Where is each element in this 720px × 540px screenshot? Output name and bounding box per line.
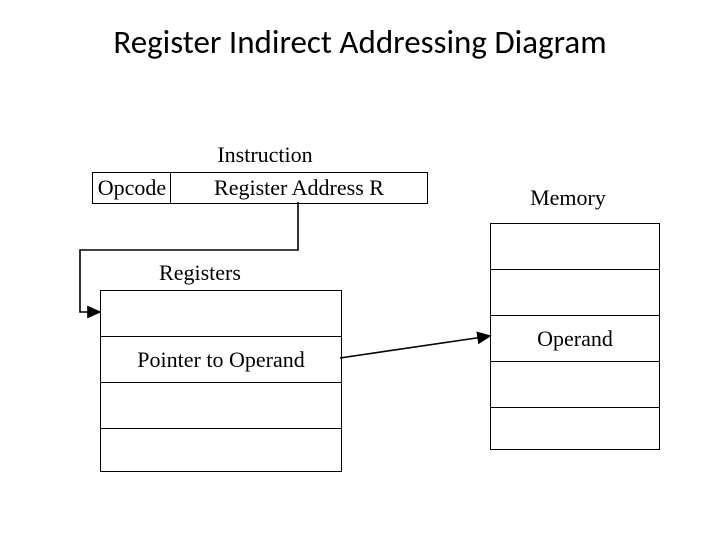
memory-row [491, 270, 659, 316]
memory-label: Memory [518, 187, 618, 209]
diagram-stage: Register Indirect Addressing Diagram Ins… [0, 0, 720, 540]
register-row [101, 429, 341, 474]
memory-row-operand: Operand [491, 316, 659, 362]
instruction-label: Instruction [205, 144, 325, 166]
register-row [101, 383, 341, 429]
opcode-cell: Opcode [92, 172, 172, 204]
memory-row [491, 224, 659, 270]
page-title: Register Indirect Addressing Diagram [0, 22, 720, 62]
registers-label: Registers [145, 262, 255, 284]
registers-table: Pointer to Operand [100, 290, 342, 472]
memory-row [491, 362, 659, 408]
register-row [101, 291, 341, 337]
memory-table: Operand [490, 223, 660, 450]
register-address-cell: Register Address R [170, 172, 428, 204]
register-row-pointer: Pointer to Operand [101, 337, 341, 383]
memory-row [491, 408, 659, 453]
arrow-pointer-to-memory [340, 336, 490, 358]
